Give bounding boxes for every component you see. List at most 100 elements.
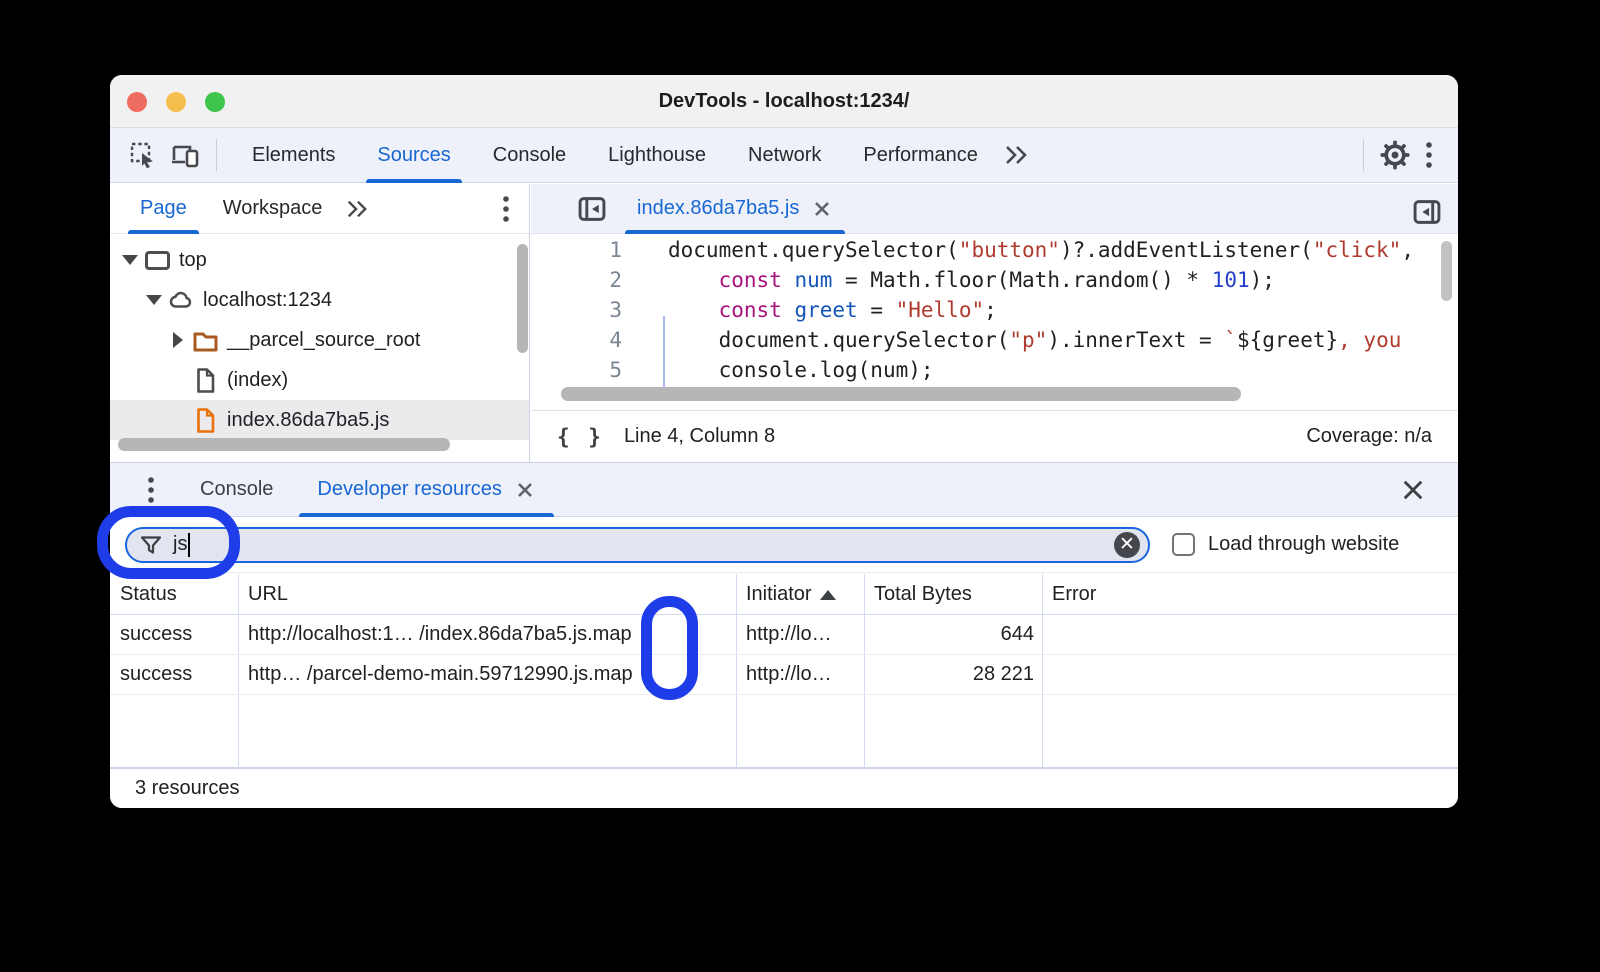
clear-filter-icon[interactable]: ✕ — [1114, 532, 1140, 558]
editor-vertical-scrollbar[interactable] — [1441, 241, 1452, 301]
pretty-print-braces-icon[interactable]: { } — [557, 425, 604, 449]
row-divider — [110, 694, 1458, 695]
no-arrow-spacer — [166, 408, 190, 432]
panel-tab-elements[interactable]: Elements — [231, 128, 356, 183]
tree-item-index[interactable]: (index) — [110, 360, 529, 400]
column-resize-handle[interactable] — [1042, 574, 1043, 767]
column-header-error[interactable]: Error — [1052, 574, 1352, 614]
main-toolbar: Elements Sources Console Lighthouse Netw… — [110, 128, 1458, 183]
tree-item-parcel-source-root[interactable]: __parcel_source_root — [110, 320, 529, 360]
tree-item-index-js[interactable]: index.86da7ba5.js — [110, 400, 529, 440]
no-arrow-spacer — [166, 368, 190, 392]
tree-item-top[interactable]: top — [110, 240, 529, 280]
text-caret — [188, 533, 190, 557]
close-window-button[interactable] — [127, 92, 147, 112]
drawer-tab-label: Developer resources — [317, 478, 502, 501]
inspect-element-icon[interactable] — [126, 138, 160, 172]
cell-total-bytes: 28 221 — [874, 654, 1034, 694]
panel-tab-network[interactable]: Network — [727, 128, 842, 183]
sidebar-tab-page[interactable]: Page — [122, 184, 205, 234]
folder-icon — [192, 327, 219, 354]
panel-tab-performance[interactable]: Performance — [842, 128, 999, 183]
line-number[interactable]: 5 — [531, 355, 622, 385]
code-line: 4 document.querySelector("p").innerText … — [531, 325, 1458, 355]
column-header-url[interactable]: URL — [248, 574, 728, 614]
close-drawer-icon[interactable] — [1396, 473, 1430, 507]
sidebar-tab-workspace[interactable]: Workspace — [205, 184, 341, 234]
column-header-total-bytes[interactable]: Total Bytes — [874, 574, 1034, 614]
toolbar-divider — [216, 139, 217, 171]
kebab-menu-icon[interactable] — [1412, 138, 1446, 172]
zoom-window-button[interactable] — [205, 92, 225, 112]
editor-horizontal-scrollbar[interactable] — [561, 387, 1241, 401]
line-number[interactable]: 4 — [531, 325, 622, 355]
frame-icon — [144, 247, 171, 274]
cell-error — [1052, 654, 1352, 694]
resources-count-footer: 3 resources — [110, 768, 1458, 808]
tree-item-label: (index) — [227, 369, 288, 392]
tree-item-label: top — [179, 249, 207, 272]
close-file-tab-icon[interactable] — [811, 198, 833, 220]
settings-gear-icon[interactable] — [1378, 138, 1412, 172]
cell-status: success — [120, 654, 232, 694]
code-area[interactable]: 1 document.querySelector("button")?.addE… — [531, 235, 1458, 387]
indent-guide — [663, 316, 665, 387]
line-number[interactable]: 1 — [531, 235, 622, 265]
sidebar-tab-bar: Page Workspace — [110, 184, 529, 234]
drawer-tab-bar: Console Developer resources — [110, 463, 1458, 517]
cell-initiator: http://lo… — [746, 654, 858, 694]
code-line: 1 document.querySelector("button")?.addE… — [531, 235, 1458, 265]
editor-tab-bar: index.86da7ba5.js — [531, 184, 1458, 234]
drawer-kebab-menu-icon[interactable] — [134, 473, 168, 507]
load-through-website-label[interactable]: Load through website — [1208, 533, 1399, 556]
more-tabs-chevron-icon[interactable] — [999, 138, 1033, 172]
line-number[interactable]: 2 — [531, 265, 622, 295]
sidebar-kebab-menu-icon[interactable] — [489, 192, 523, 226]
column-header-initiator[interactable]: Initiator — [746, 574, 858, 614]
device-toolbar-icon[interactable] — [168, 138, 202, 172]
collapse-arrow-icon[interactable] — [166, 328, 190, 352]
panel-tab-lighthouse[interactable]: Lighthouse — [587, 128, 727, 183]
close-drawer-tab-icon[interactable] — [514, 479, 536, 501]
cell-total-bytes: 644 — [874, 614, 1034, 654]
devtools-window: DevTools - localhost:1234/ Elements Sour… — [110, 75, 1458, 808]
expand-arrow-icon[interactable] — [142, 288, 166, 312]
file-tree: top localhost:1234 __parcel_source_root — [110, 234, 529, 440]
window-title: DevTools - localhost:1234/ — [659, 90, 910, 113]
hide-navigator-panel-icon[interactable] — [575, 192, 609, 226]
minimize-window-button[interactable] — [166, 92, 186, 112]
sort-ascending-icon — [820, 590, 836, 600]
tree-item-localhost[interactable]: localhost:1234 — [110, 280, 529, 320]
column-resize-handle[interactable] — [736, 574, 737, 767]
js-document-icon — [192, 407, 219, 434]
cell-initiator: http://lo… — [746, 614, 858, 654]
column-header-status[interactable]: Status — [120, 574, 232, 614]
resources-table: Status URL Initiator Total Bytes Error s… — [110, 574, 1458, 768]
load-through-website-checkbox[interactable] — [1172, 533, 1195, 556]
filter-input[interactable]: js ✕ — [125, 527, 1150, 563]
dock-panel-right-icon[interactable] — [1410, 195, 1444, 229]
sidebar-vertical-scrollbar[interactable] — [517, 244, 528, 353]
sidebar-more-tabs-chevron-icon[interactable] — [340, 192, 374, 226]
drawer-tab-developer-resources[interactable]: Developer resources — [295, 463, 558, 517]
sidebar-horizontal-scrollbar[interactable] — [118, 438, 450, 451]
editor-file-tab[interactable]: index.86da7ba5.js — [621, 184, 849, 234]
tree-item-label: __parcel_source_root — [227, 329, 420, 352]
drawer-tab-console[interactable]: Console — [178, 463, 295, 517]
document-icon — [192, 367, 219, 394]
sources-panel: Page Workspace — [110, 184, 1458, 462]
sources-sidebar: Page Workspace — [110, 184, 530, 462]
cursor-position: Line 4, Column 8 — [624, 425, 775, 448]
title-bar: DevTools - localhost:1234/ — [110, 75, 1458, 128]
drawer: Console Developer resources js ✕ — [110, 462, 1458, 808]
cell-error — [1052, 614, 1352, 654]
expand-arrow-icon[interactable] — [118, 248, 142, 272]
code-line: 5 console.log(num); — [531, 355, 1458, 385]
panel-tab-sources[interactable]: Sources — [356, 128, 471, 183]
editor-status-bar: { } Line 4, Column 8 Coverage: n/a — [531, 410, 1458, 462]
tree-item-label: index.86da7ba5.js — [227, 409, 389, 432]
panel-tab-console[interactable]: Console — [472, 128, 587, 183]
column-resize-handle[interactable] — [864, 574, 865, 767]
line-number[interactable]: 3 — [531, 295, 622, 325]
column-resize-handle[interactable] — [238, 574, 239, 767]
